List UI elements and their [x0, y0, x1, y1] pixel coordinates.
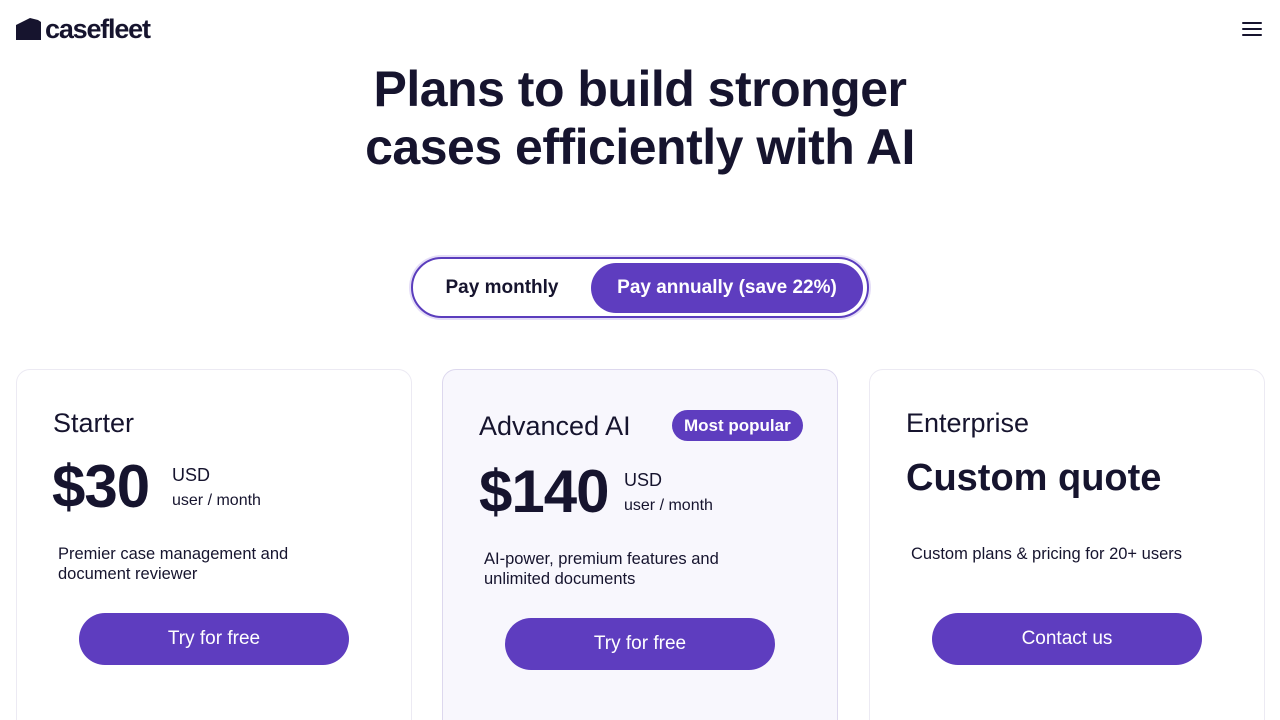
plan-name: Advanced AI — [479, 411, 631, 441]
plan-unit: user / month — [624, 497, 713, 514]
site-header: casefleet — [0, 0, 1280, 58]
plan-description: AI-power, premium features and unlimited… — [484, 550, 719, 588]
plan-currency: USD — [624, 470, 663, 490]
plan-card-enterprise: Enterprise Custom quote Custom plans & p… — [869, 369, 1265, 720]
plan-price: $140 — [479, 458, 609, 525]
plan-name: Enterprise — [906, 408, 1030, 438]
plan-currency: USD — [172, 465, 211, 485]
plan-card-advanced-ai: Advanced AI Most popular $140 USD user /… — [442, 369, 838, 720]
page-title: Plans to build stronger cases efficientl… — [240, 60, 1040, 176]
billing-toggle: Pay monthly Pay annually (save 22%) — [411, 257, 869, 318]
plan-description: Premier case management and document rev… — [58, 545, 289, 583]
hamburger-menu-icon[interactable] — [1240, 20, 1264, 38]
page-title-line-1: Plans to build stronger — [373, 61, 907, 117]
most-popular-badge: Most popular — [672, 410, 803, 441]
pay-annually-option[interactable]: Pay annually (save 22%) — [591, 263, 863, 313]
plan-unit: user / month — [172, 492, 261, 509]
contact-us-button[interactable]: Contact us — [932, 613, 1202, 665]
plan-name: Starter — [53, 408, 135, 438]
plan-price: $30 — [52, 453, 150, 520]
logo[interactable]: casefleet — [16, 14, 151, 44]
plan-card-starter: Starter $30 USD user / month Premier cas… — [16, 369, 412, 720]
logo-icon — [16, 18, 41, 40]
try-for-free-button[interactable]: Try for free — [79, 613, 349, 665]
page-title-line-2: cases efficiently with AI — [365, 119, 915, 175]
plan-price: Custom quote — [906, 457, 1162, 499]
try-for-free-button[interactable]: Try for free — [505, 618, 775, 670]
logo-text: casefleet — [45, 14, 151, 44]
pay-monthly-option[interactable]: Pay monthly — [417, 263, 587, 313]
plan-description: Custom plans & pricing for 20+ users — [911, 545, 1183, 563]
